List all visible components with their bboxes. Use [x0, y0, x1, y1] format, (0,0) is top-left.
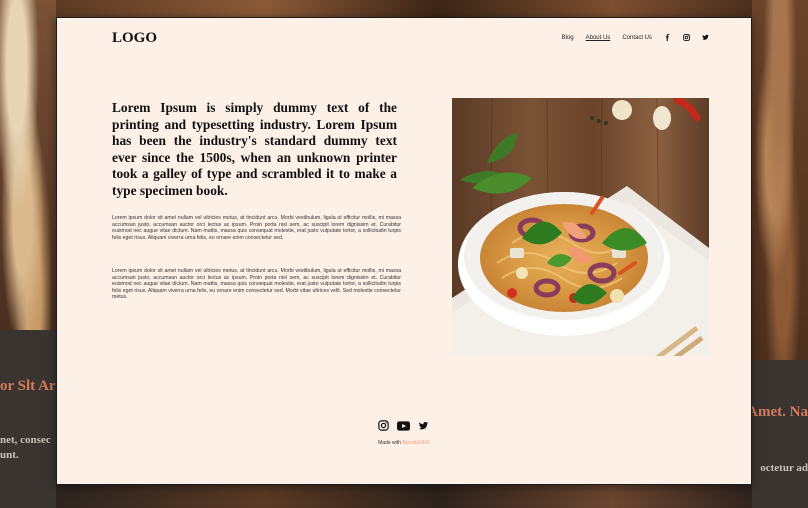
- made-with-credit: Made with ByombUIUX: [57, 440, 751, 446]
- instagram-icon[interactable]: [378, 420, 389, 431]
- background-food-image-top: [56, 0, 752, 18]
- instagram-icon[interactable]: [683, 34, 690, 41]
- made-with-label: Made with: [378, 440, 401, 446]
- made-with-link[interactable]: ByombUIUX: [402, 440, 430, 446]
- background-text-right: octetur ad: [760, 462, 808, 474]
- background-food-image-right: [752, 0, 808, 360]
- facebook-icon[interactable]: [664, 34, 671, 41]
- nav-link-blog[interactable]: Blog: [562, 35, 574, 41]
- footer-social-links: [378, 420, 429, 431]
- background-heading-left: or Slt Ar: [0, 378, 56, 394]
- background-heading-right: Amet. Na: [747, 404, 808, 420]
- twitter-icon[interactable]: [418, 421, 429, 431]
- background-text-left: unt.: [0, 449, 19, 461]
- background-food-image-left: [0, 0, 56, 330]
- logo[interactable]: LOGO: [112, 30, 157, 47]
- background-panel-right: [752, 360, 808, 508]
- top-nav: Blog About Us Contact Us: [562, 34, 709, 41]
- youtube-icon[interactable]: [397, 420, 410, 431]
- nav-link-about-us[interactable]: About Us: [586, 35, 611, 41]
- twitter-icon[interactable]: [702, 34, 709, 41]
- page-card: LOGO Blog About Us Contact Us Lorem Ipsu…: [56, 17, 752, 485]
- nav-link-contact-us[interactable]: Contact Us: [622, 35, 652, 41]
- body-paragraph-2: Lorem ipsum dolor sit amet nullam vel ul…: [112, 268, 401, 300]
- background-panel-left: [0, 330, 56, 508]
- body-paragraph-1: Lorem ipsum dolor sit amet nullam vel ul…: [112, 215, 401, 241]
- background-text-left: net, consec: [0, 434, 51, 446]
- background-food-image-bottom: [56, 482, 752, 508]
- hero-headline: Lorem Ipsum is simply dummy text of the …: [112, 100, 397, 198]
- food-photo: [452, 98, 709, 356]
